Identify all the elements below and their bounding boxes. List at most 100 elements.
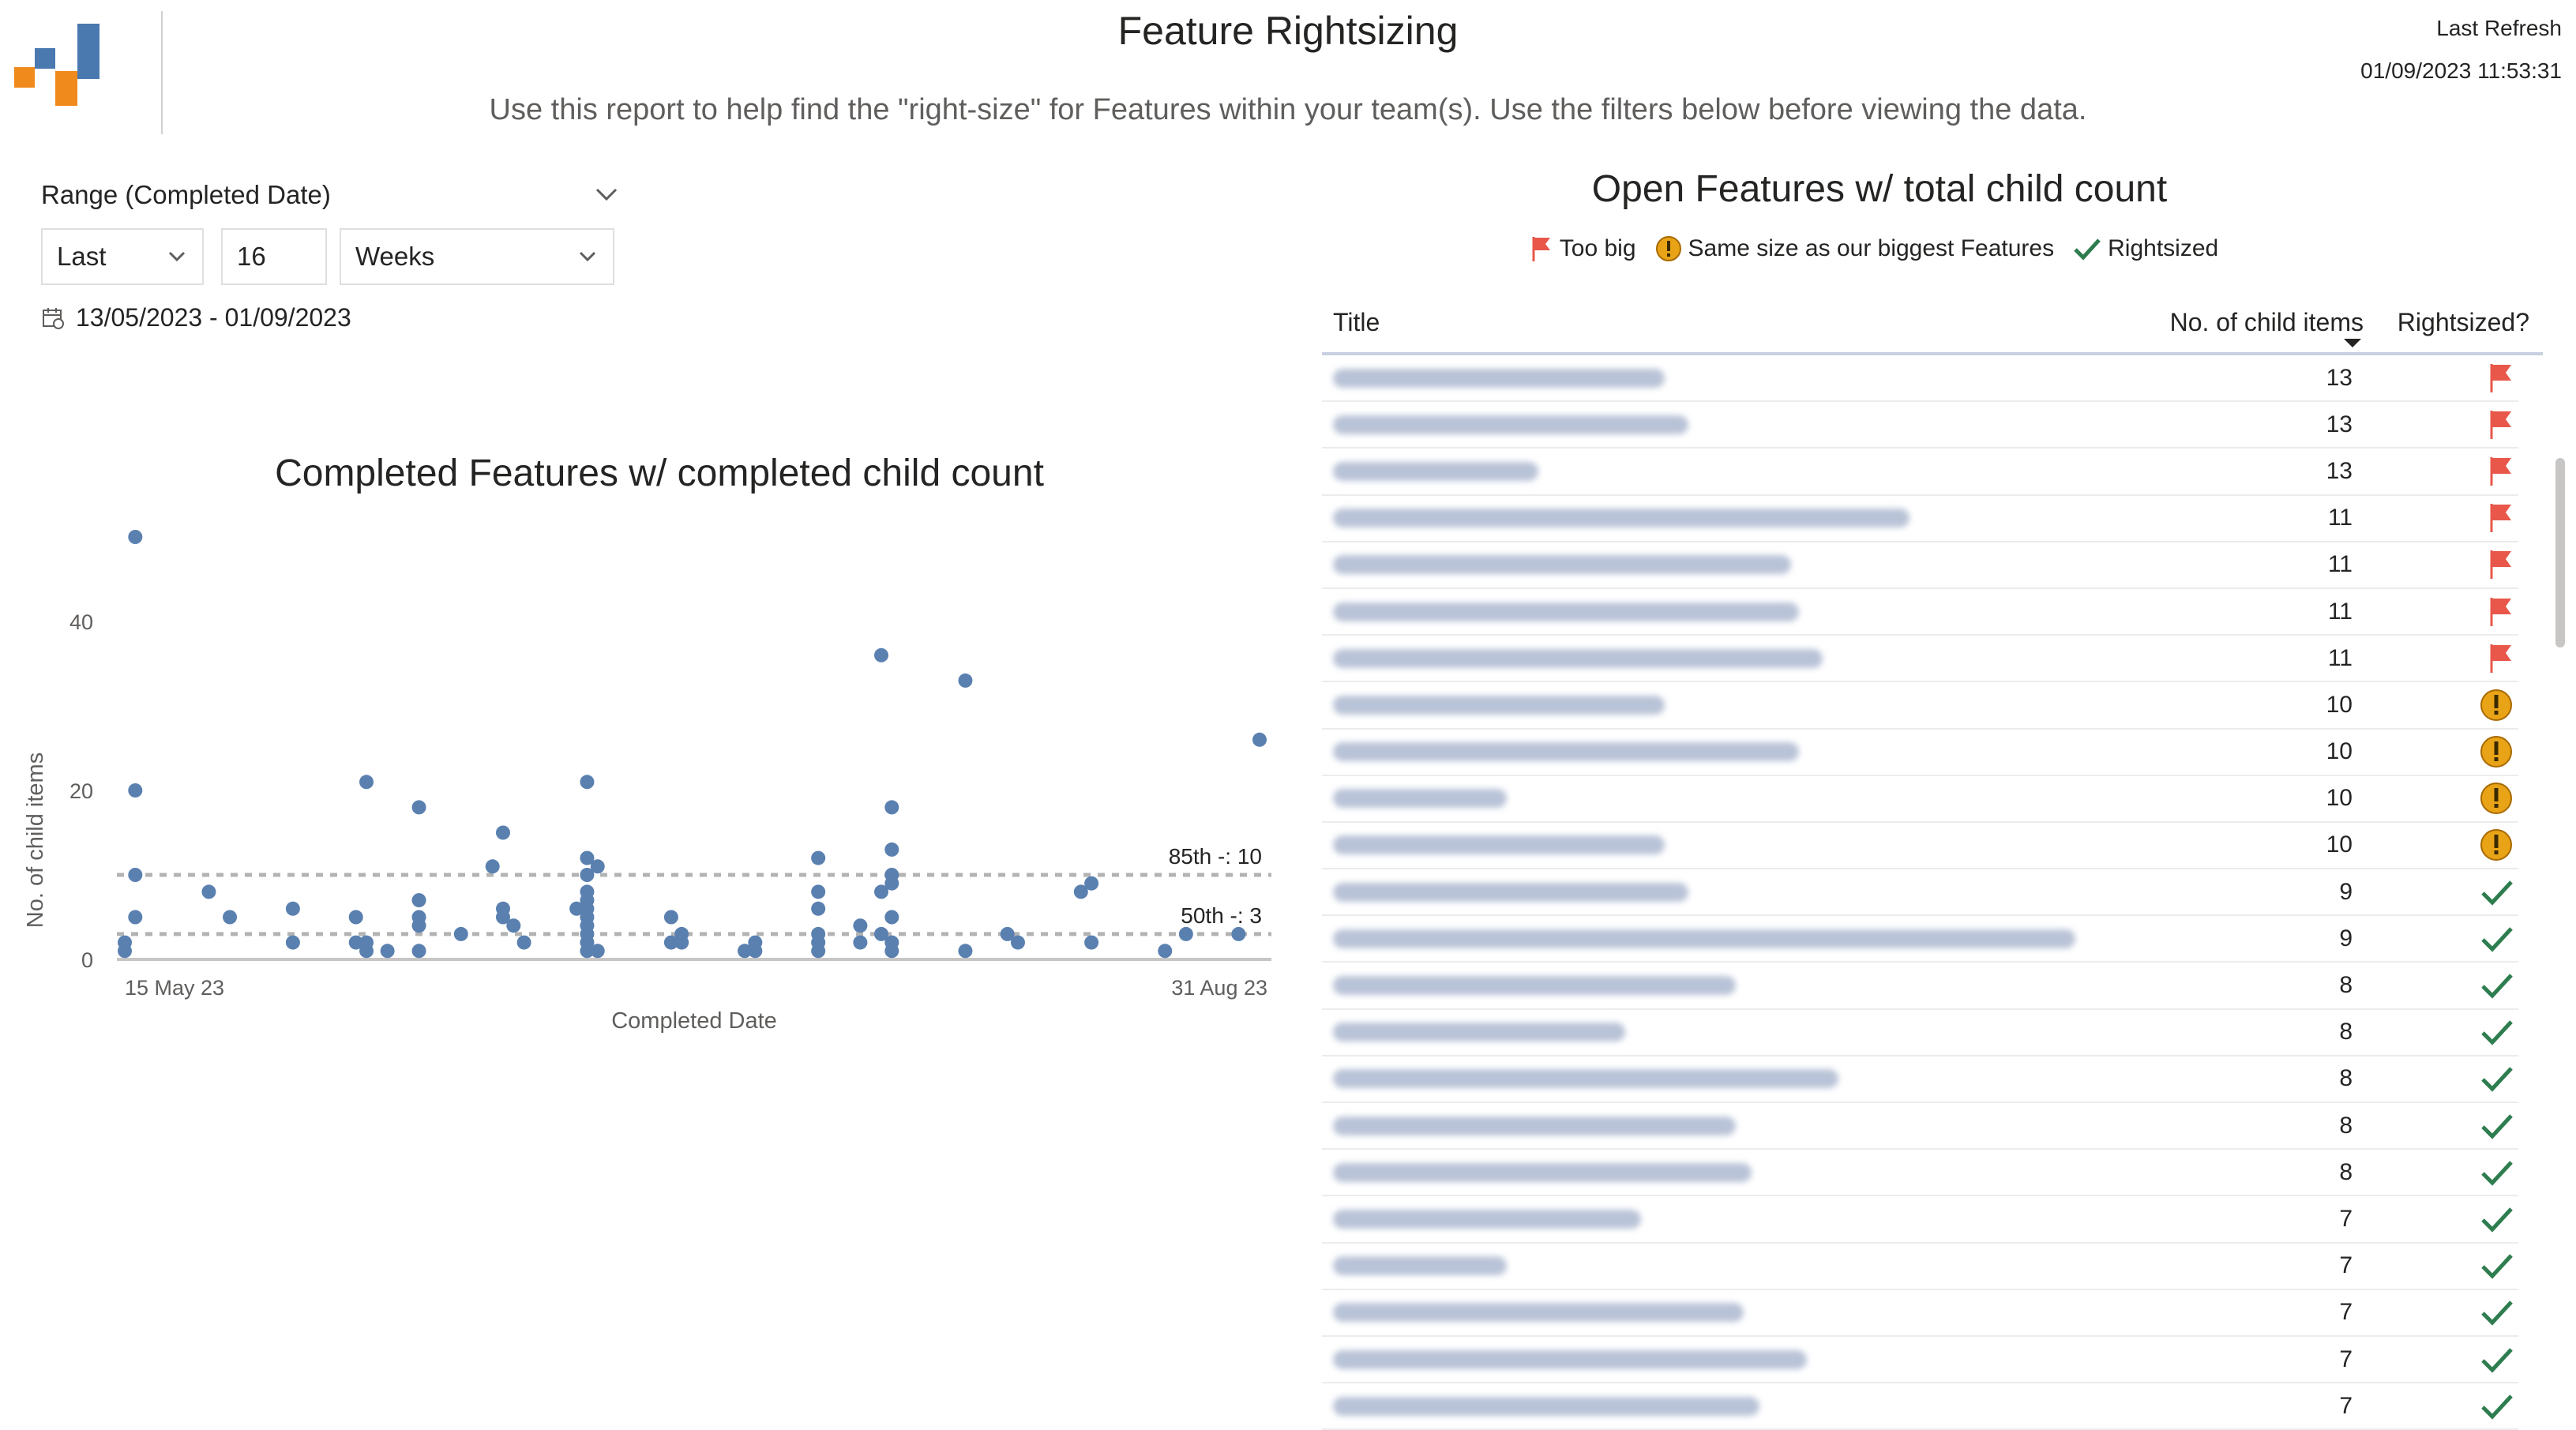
table-row[interactable]: 11 <box>1322 542 2543 589</box>
feature-title-cell[interactable] <box>1322 1150 2143 1197</box>
table-row[interactable]: 11 <box>1322 496 2543 542</box>
feature-title-cell[interactable] <box>1322 1383 2143 1430</box>
scatter-point[interactable] <box>359 944 374 959</box>
scatter-point[interactable] <box>1084 935 1099 950</box>
scatter-point[interactable] <box>1252 732 1267 747</box>
scatter-point[interactable] <box>128 868 143 882</box>
column-header-child-count[interactable]: No. of child items <box>2154 308 2364 337</box>
scatter-point[interactable] <box>411 893 426 908</box>
feature-title-cell[interactable] <box>1322 589 2143 636</box>
scatter-point[interactable] <box>1010 935 1025 950</box>
scatter-point[interactable] <box>884 876 899 891</box>
feature-title-cell[interactable] <box>1322 1337 2143 1384</box>
chevron-down-icon[interactable] <box>591 178 622 210</box>
scatter-point[interactable] <box>590 944 605 959</box>
feature-title-cell[interactable] <box>1322 636 2143 683</box>
feature-title-cell[interactable] <box>1322 869 2143 917</box>
scatter-point[interactable] <box>958 944 973 959</box>
scatter-point[interactable] <box>380 944 395 959</box>
scatter-point[interactable] <box>853 918 868 933</box>
scatter-point[interactable] <box>874 647 888 662</box>
feature-title-cell[interactable] <box>1322 682 2143 730</box>
scatter-point[interactable] <box>359 775 374 790</box>
table-row[interactable]: 13 <box>1322 449 2543 496</box>
feature-title-cell[interactable] <box>1322 916 2143 963</box>
table-row[interactable]: 8 <box>1322 1103 2543 1150</box>
scatter-chart[interactable]: 85th -: 10 50th -: 3 0 20 40 15 May 23 31 … <box>0 505 1295 1058</box>
feature-title-cell[interactable] <box>1322 355 2143 403</box>
feature-title-cell[interactable] <box>1322 1244 2143 1290</box>
range-number-input[interactable]: 16 <box>221 228 327 285</box>
feature-title-cell[interactable] <box>1322 823 2143 870</box>
table-row[interactable]: 10 <box>1322 682 2543 730</box>
table-row[interactable]: 11 <box>1322 589 2543 636</box>
table-scrollbar[interactable] <box>2555 458 2565 647</box>
scatter-point[interactable] <box>1158 944 1173 959</box>
table-row[interactable]: 7 <box>1322 1244 2543 1290</box>
table-row[interactable]: 10 <box>1322 730 2543 776</box>
scatter-point[interactable] <box>285 935 300 950</box>
table-row[interactable]: 7 <box>1322 1337 2543 1384</box>
scatter-point[interactable] <box>485 859 500 874</box>
scatter-point[interactable] <box>223 910 238 925</box>
date-range-display[interactable]: 13/05/2023 - 01/09/2023 <box>41 303 351 332</box>
scatter-point[interactable] <box>348 910 363 925</box>
table-row[interactable]: 10 <box>1322 776 2543 823</box>
scatter-point[interactable] <box>285 901 300 916</box>
scatter-point[interactable] <box>811 884 826 899</box>
scatter-point[interactable] <box>1178 926 1193 941</box>
table-row[interactable]: 8 <box>1322 1057 2543 1103</box>
table-row[interactable]: 11 <box>1322 636 2543 683</box>
scatter-point[interactable] <box>811 944 826 959</box>
scatter-point[interactable] <box>128 910 143 925</box>
feature-title-cell[interactable] <box>1322 1057 2143 1103</box>
scatter-point[interactable] <box>1231 926 1246 941</box>
column-header-rightsized[interactable]: Rightsized? <box>2364 308 2529 337</box>
range-unit-dropdown[interactable]: Weeks <box>340 228 614 285</box>
scatter-point[interactable] <box>128 783 143 798</box>
table-row[interactable]: 13 <box>1322 355 2543 403</box>
scatter-point[interactable] <box>1084 876 1099 891</box>
scatter-point[interactable] <box>748 944 763 959</box>
table-row[interactable]: 8 <box>1322 1150 2543 1197</box>
scatter-point[interactable] <box>201 884 216 899</box>
feature-title-cell[interactable] <box>1322 730 2143 776</box>
open-features-table[interactable]: Title No. of child items Rightsized? 13 1… <box>1322 292 2543 1430</box>
feature-title-cell[interactable] <box>1322 1010 2143 1057</box>
scatter-point[interactable] <box>674 935 689 950</box>
feature-title-cell[interactable] <box>1322 402 2143 449</box>
scatter-point[interactable] <box>811 850 826 865</box>
feature-title-cell[interactable] <box>1322 449 2143 496</box>
scatter-point[interactable] <box>506 918 521 933</box>
feature-title-cell[interactable] <box>1322 1290 2143 1337</box>
table-row[interactable]: 7 <box>1322 1383 2543 1430</box>
table-row[interactable]: 13 <box>1322 402 2543 449</box>
table-row[interactable]: 10 <box>1322 823 2543 870</box>
scatter-point[interactable] <box>128 530 143 544</box>
scatter-point[interactable] <box>411 800 426 815</box>
scatter-point[interactable] <box>496 825 510 840</box>
scatter-point[interactable] <box>590 859 605 874</box>
scatter-point[interactable] <box>453 926 468 941</box>
table-row[interactable]: 8 <box>1322 963 2543 1010</box>
scatter-point[interactable] <box>580 775 595 790</box>
scatter-point[interactable] <box>118 944 132 959</box>
scatter-point[interactable] <box>811 901 826 916</box>
table-row[interactable]: 9 <box>1322 916 2543 963</box>
feature-title-cell[interactable] <box>1322 963 2143 1010</box>
table-row[interactable]: 8 <box>1322 1010 2543 1057</box>
table-row[interactable]: 7 <box>1322 1290 2543 1337</box>
scatter-point[interactable] <box>958 673 973 688</box>
scatter-point[interactable] <box>884 910 899 925</box>
feature-title-cell[interactable] <box>1322 1103 2143 1150</box>
scatter-point[interactable] <box>516 935 531 950</box>
scatter-point[interactable] <box>411 944 426 959</box>
scatter-point[interactable] <box>884 944 899 959</box>
scatter-point[interactable] <box>411 918 426 933</box>
column-header-title[interactable]: Title <box>1322 308 2154 337</box>
scatter-point[interactable] <box>884 800 899 815</box>
feature-title-cell[interactable] <box>1322 1196 2143 1244</box>
feature-title-cell[interactable] <box>1322 776 2143 823</box>
scatter-point[interactable] <box>853 935 868 950</box>
feature-title-cell[interactable] <box>1322 542 2143 589</box>
